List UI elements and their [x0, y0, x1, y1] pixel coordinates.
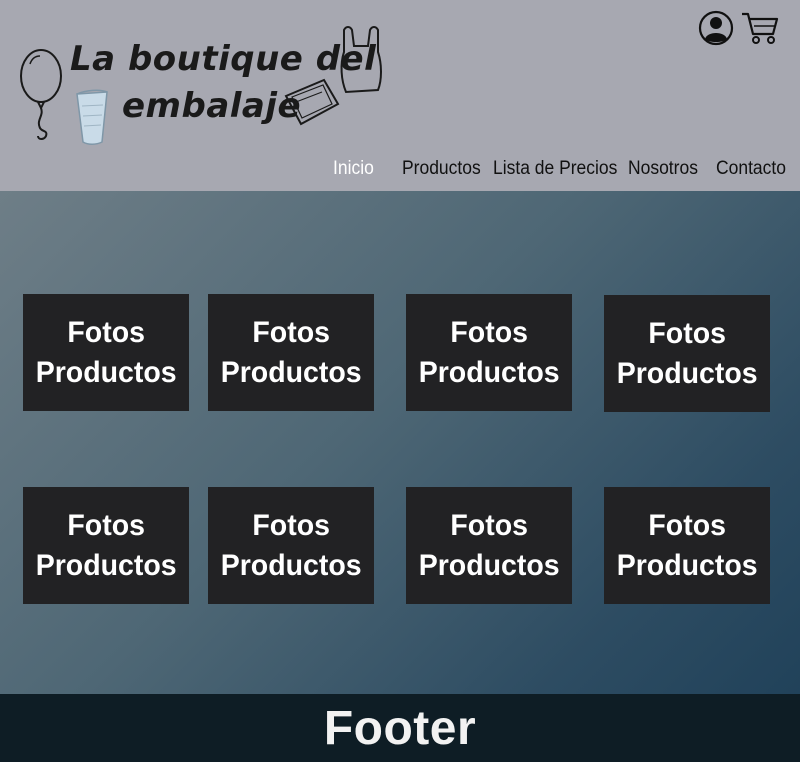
site-header: La boutique del embalaje Inicio Producto…: [0, 0, 800, 191]
nav-item-nosotros[interactable]: Nosotros: [628, 158, 698, 180]
balloon-icon: [20, 49, 62, 140]
product-card[interactable]: Fotos Productos: [208, 294, 374, 411]
logo-title-line1: La boutique del: [70, 39, 377, 79]
plastic-cup-icon: [76, 89, 108, 145]
shopping-cart-icon[interactable]: [740, 10, 780, 46]
brand-logo[interactable]: La boutique del embalaje: [16, 24, 386, 148]
product-card[interactable]: Fotos Productos: [406, 487, 572, 604]
product-card[interactable]: Fotos Productos: [208, 487, 374, 604]
main-nav: Inicio Productos Lista de Precios Nosotr…: [0, 158, 800, 188]
nav-item-contacto[interactable]: Contacto: [716, 158, 786, 180]
product-card[interactable]: Fotos Productos: [23, 487, 189, 604]
product-card-label: Fotos Productos: [220, 315, 362, 389]
footer-label: Footer: [323, 701, 477, 755]
product-card-label: Fotos Productos: [418, 508, 560, 582]
nav-item-inicio[interactable]: Inicio: [333, 158, 374, 180]
product-card[interactable]: Fotos Productos: [23, 294, 189, 411]
site-footer: Footer: [0, 694, 800, 762]
products-section: Fotos Productos Fotos Productos Fotos Pr…: [0, 191, 800, 694]
product-card[interactable]: Fotos Productos: [604, 487, 770, 604]
product-card-label: Fotos Productos: [616, 508, 758, 582]
user-circle-icon[interactable]: [698, 10, 734, 46]
nav-item-lista-de-precios[interactable]: Lista de Precios: [493, 158, 617, 180]
product-card-label: Fotos Productos: [418, 315, 560, 389]
product-card-label: Fotos Productos: [35, 315, 177, 389]
product-card[interactable]: Fotos Productos: [604, 295, 770, 412]
product-card[interactable]: Fotos Productos: [406, 294, 572, 411]
nav-item-productos[interactable]: Productos: [402, 158, 481, 180]
product-card-label: Fotos Productos: [616, 316, 758, 390]
header-icons: [698, 10, 780, 46]
logo-title-line2: embalaje: [122, 86, 302, 126]
product-card-label: Fotos Productos: [35, 508, 177, 582]
product-card-label: Fotos Productos: [220, 508, 362, 582]
